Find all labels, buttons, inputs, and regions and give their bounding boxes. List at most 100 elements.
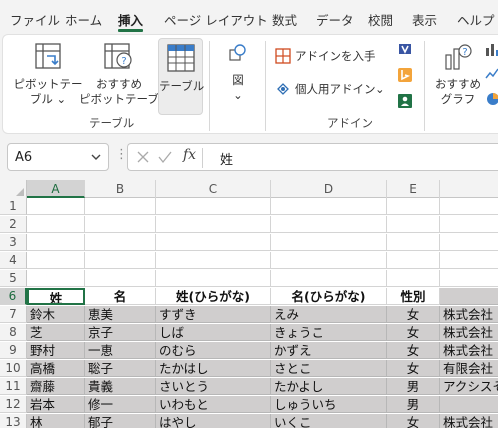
table-cell-surname-kana[interactable]: さいとう: [156, 378, 271, 395]
pie-chart-icon[interactable]: [485, 92, 498, 106]
row-header-13[interactable]: 13: [0, 414, 27, 428]
row-header-11[interactable]: 11: [0, 378, 27, 395]
empty-cell[interactable]: [440, 234, 498, 251]
table-cell-surname-kana[interactable]: たかはし: [156, 360, 271, 377]
empty-cell[interactable]: [387, 270, 440, 287]
table-cell-surname[interactable]: 野村: [27, 342, 85, 359]
table-cell-surname[interactable]: 芝: [27, 324, 85, 341]
table-cell-given-name-kana[interactable]: さとこ: [271, 360, 387, 377]
empty-cell[interactable]: [156, 198, 271, 215]
empty-cell[interactable]: [156, 234, 271, 251]
tab-help[interactable]: ヘルプ: [457, 10, 495, 29]
empty-cell[interactable]: [85, 270, 156, 287]
table-cell-surname[interactable]: 岩本: [27, 396, 85, 413]
table-cell-company[interactable]: 株式会社: [440, 324, 498, 341]
table-cell-surname-kana[interactable]: しば: [156, 324, 271, 341]
table-cell-surname-kana[interactable]: のむら: [156, 342, 271, 359]
column-header-d[interactable]: D: [271, 180, 387, 198]
column-header-b[interactable]: B: [85, 180, 156, 198]
empty-cell[interactable]: [27, 270, 85, 287]
table-cell-surname-kana[interactable]: すずき: [156, 306, 271, 323]
tab-page-layout[interactable]: ページ レイアウト: [164, 10, 268, 29]
row-header-2[interactable]: 2: [0, 216, 27, 233]
table-header-cell-company[interactable]: [440, 288, 498, 305]
table-cell-given-name[interactable]: 郁子: [85, 414, 156, 428]
table-cell-gender[interactable]: 男: [387, 396, 440, 413]
table-cell-given-name[interactable]: 恵美: [85, 306, 156, 323]
table-cell-given-name-kana[interactable]: しゅういち: [271, 396, 387, 413]
empty-cell[interactable]: [440, 216, 498, 233]
table-header-cell-given-name[interactable]: 名: [85, 288, 156, 305]
column-header-a[interactable]: A: [27, 180, 85, 198]
row-header-12[interactable]: 12: [0, 396, 27, 413]
empty-cell[interactable]: [271, 234, 387, 251]
table-cell-given-name-kana[interactable]: いくこ: [271, 414, 387, 428]
table-cell-surname-kana[interactable]: いわもと: [156, 396, 271, 413]
table-header-cell-gender[interactable]: 性別: [387, 288, 440, 305]
table-cell-surname-kana[interactable]: はやし: [156, 414, 271, 428]
tab-view[interactable]: 表示: [412, 10, 437, 29]
bing-icon[interactable]: [397, 67, 413, 83]
table-cell-given-name[interactable]: 貴義: [85, 378, 156, 395]
empty-cell[interactable]: [440, 198, 498, 215]
row-header-8[interactable]: 8: [0, 324, 27, 341]
formula-input[interactable]: fx 姓: [127, 143, 498, 171]
empty-cell[interactable]: [387, 198, 440, 215]
enter-check-icon[interactable]: [158, 150, 172, 164]
row-header-3[interactable]: 3: [0, 234, 27, 251]
row-header-9[interactable]: 9: [0, 342, 27, 359]
people-graph-icon[interactable]: [397, 93, 413, 109]
empty-cell[interactable]: [156, 270, 271, 287]
table-cell-given-name[interactable]: 一恵: [85, 342, 156, 359]
row-header-6[interactable]: 6: [0, 288, 27, 305]
empty-cell[interactable]: [85, 234, 156, 251]
row-header-7[interactable]: 7: [0, 306, 27, 323]
table-cell-given-name[interactable]: 京子: [85, 324, 156, 341]
table-cell-surname[interactable]: 高橋: [27, 360, 85, 377]
table-cell-gender[interactable]: 女: [387, 342, 440, 359]
column-header-c[interactable]: C: [156, 180, 271, 198]
empty-cell[interactable]: [387, 216, 440, 233]
table-button[interactable]: テーブル: [158, 38, 204, 115]
table-cell-gender[interactable]: 男: [387, 378, 440, 395]
table-header-cell-surname-kana[interactable]: 姓(ひらがな): [156, 288, 271, 305]
table-cell-given-name-kana[interactable]: たかよし: [271, 378, 387, 395]
table-cell-surname[interactable]: 齋藤: [27, 378, 85, 395]
table-cell-company[interactable]: 株式会社: [440, 414, 498, 428]
empty-cell[interactable]: [27, 198, 85, 215]
name-box[interactable]: A6: [7, 143, 109, 171]
table-cell-given-name-kana[interactable]: きょうこ: [271, 324, 387, 341]
table-cell-company[interactable]: アクシスそ: [440, 378, 498, 395]
cancel-icon[interactable]: [136, 150, 150, 164]
empty-cell[interactable]: [387, 252, 440, 269]
empty-cell[interactable]: [156, 216, 271, 233]
column-header-f[interactable]: [440, 180, 498, 198]
empty-cell[interactable]: [271, 270, 387, 287]
empty-cell[interactable]: [440, 270, 498, 287]
empty-cell[interactable]: [85, 216, 156, 233]
chevron-down-icon[interactable]: [90, 150, 102, 164]
row-header-5[interactable]: 5: [0, 270, 27, 287]
empty-cell[interactable]: [440, 252, 498, 269]
table-cell-surname[interactable]: 鈴木: [27, 306, 85, 323]
empty-cell[interactable]: [27, 234, 85, 251]
table-header-cell-surname[interactable]: 姓: [27, 288, 85, 305]
line-chart-icon[interactable]: [485, 67, 498, 81]
row-header-4[interactable]: 4: [0, 252, 27, 269]
tab-formulas[interactable]: 数式: [272, 10, 297, 29]
empty-cell[interactable]: [156, 252, 271, 269]
empty-cell[interactable]: [387, 234, 440, 251]
empty-cell[interactable]: [27, 252, 85, 269]
row-header-1[interactable]: 1: [0, 198, 27, 215]
tab-review[interactable]: 校閲: [368, 10, 393, 29]
visio-icon[interactable]: [397, 41, 413, 57]
empty-cell[interactable]: [27, 216, 85, 233]
column-header-e[interactable]: E: [387, 180, 440, 198]
empty-cell[interactable]: [271, 252, 387, 269]
table-cell-company[interactable]: [440, 396, 498, 413]
tab-home[interactable]: ホーム: [65, 10, 102, 29]
insert-function-icon[interactable]: fx: [183, 147, 196, 163]
table-cell-given-name-kana[interactable]: えみ: [271, 306, 387, 323]
table-cell-surname[interactable]: 林: [27, 414, 85, 428]
empty-cell[interactable]: [271, 216, 387, 233]
